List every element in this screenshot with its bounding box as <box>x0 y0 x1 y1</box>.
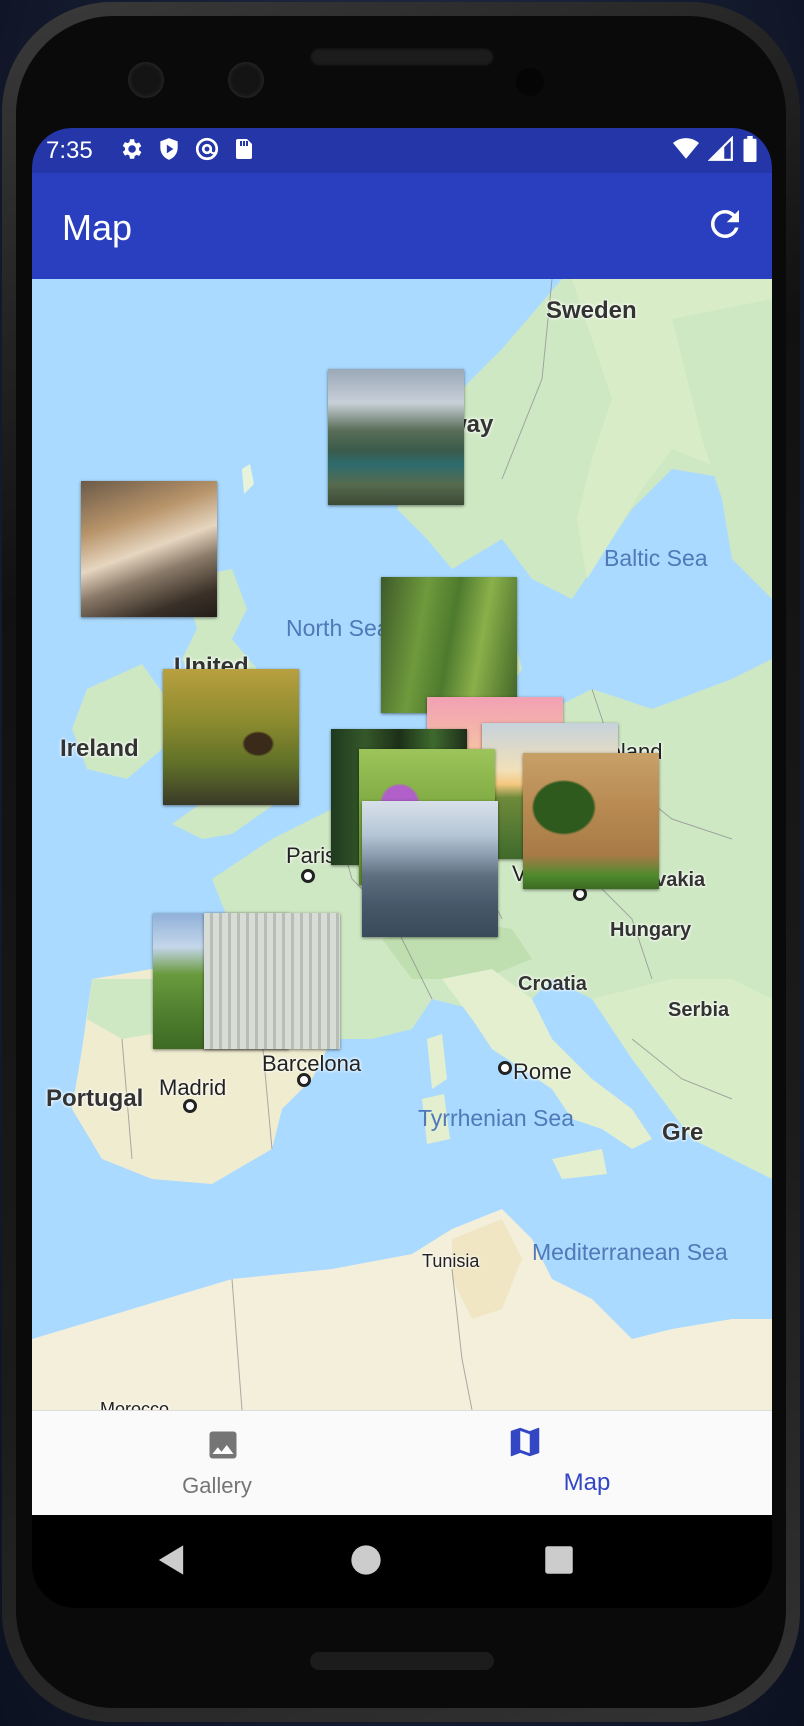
nav-label-map: Map <box>563 1469 611 1496</box>
home-icon[interactable] <box>350 1544 382 1576</box>
shield-play-icon <box>160 138 178 160</box>
label-tunisia: Tunisia <box>422 1251 480 1271</box>
earpiece-speaker <box>310 48 494 66</box>
status-time: 7:35 <box>46 137 93 164</box>
label-greece: Gre <box>662 1119 704 1146</box>
nav-item-map[interactable]: Map <box>402 1411 772 1516</box>
label-serbia: Serbia <box>668 999 730 1021</box>
label-morocco: Morocco <box>100 1399 170 1410</box>
status-left-icons <box>118 136 256 162</box>
city-dot-budapest <box>573 887 587 901</box>
system-navigation-bar <box>32 1515 772 1608</box>
photo-marker-grass-seeds[interactable] <box>381 577 517 713</box>
label-paris: Paris <box>286 843 337 868</box>
label-north-sea: North Sea <box>286 615 390 641</box>
photo-marker-owl[interactable] <box>163 669 299 805</box>
front-camera-2-icon <box>228 62 264 98</box>
at-sign-icon <box>195 137 219 161</box>
bottom-navigation: Gallery Map <box>32 1410 772 1516</box>
photo-marker-fjord[interactable] <box>328 369 464 505</box>
page-title: Map <box>62 207 133 248</box>
image-icon <box>209 1431 237 1459</box>
city-dot-madrid <box>183 1099 197 1113</box>
refresh-icon[interactable] <box>704 203 746 245</box>
app-bar: Map <box>32 173 772 279</box>
map-view[interactable]: Sweden way Baltic Sea North Sea United I… <box>32 279 772 1410</box>
settings-icon <box>122 139 142 159</box>
wifi-icon <box>673 138 699 159</box>
front-camera-icon <box>128 62 164 98</box>
city-dot-barcelona <box>297 1073 311 1087</box>
bottom-speaker <box>310 1652 494 1670</box>
status-bar: 7:35 <box>32 128 772 173</box>
proximity-sensor <box>516 68 544 96</box>
photo-marker-tree-field[interactable] <box>523 753 659 889</box>
map-icon <box>510 1427 540 1457</box>
photo-marker-coast-waves[interactable] <box>81 481 217 617</box>
status-right-icons <box>672 136 758 162</box>
battery-icon <box>743 136 757 162</box>
label-tyrrhenian-sea: Tyrrhenian Sea <box>418 1105 574 1131</box>
label-mediterranean-sea: Mediterranean Sea <box>532 1239 728 1265</box>
nav-label-gallery: Gallery <box>182 1473 252 1498</box>
label-croatia: Croatia <box>518 973 587 995</box>
label-rome: Rome <box>513 1059 572 1084</box>
photo-marker-lace-window[interactable] <box>204 913 340 1049</box>
back-icon[interactable] <box>156 1543 186 1577</box>
label-sweden: Sweden <box>546 297 637 324</box>
city-dot-paris <box>301 869 315 883</box>
city-dot-rome <box>498 1061 512 1075</box>
signal-icon <box>708 136 733 161</box>
recents-icon[interactable] <box>544 1545 574 1575</box>
label-ireland: Ireland <box>60 735 139 762</box>
label-barcelona: Barcelona <box>262 1051 362 1076</box>
label-portugal: Portugal <box>46 1085 144 1112</box>
label-madrid: Madrid <box>159 1075 227 1100</box>
label-hungary: Hungary <box>610 919 692 941</box>
photo-marker-lake-boat[interactable] <box>362 801 498 937</box>
nav-item-gallery[interactable]: Gallery <box>32 1411 402 1516</box>
screen: 7:35 Map Sweden way Baltic Sea North Sea… <box>32 128 772 1608</box>
label-baltic-sea: Baltic Sea <box>604 545 708 571</box>
sd-card-icon <box>236 139 252 159</box>
